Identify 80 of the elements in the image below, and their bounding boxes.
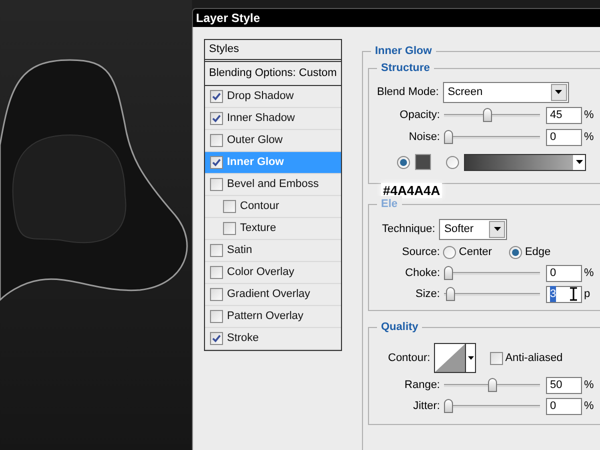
checkbox[interactable] [210,332,223,345]
slider-track[interactable] [444,266,540,280]
radio-label: Center [458,244,492,260]
slider-track[interactable] [444,378,540,392]
unit-label: % [584,130,594,145]
checkbox[interactable] [223,200,236,213]
style-list-item[interactable]: Color Overlay [205,262,341,284]
checkbox[interactable] [223,222,236,235]
style-list-item[interactable]: Drop Shadow [205,86,341,108]
checkbox[interactable] [210,288,223,301]
slider-track[interactable] [444,287,540,301]
value-field[interactable]: 3 [546,286,582,302]
slider-thumb[interactable] [488,378,496,392]
slider-thumb[interactable] [444,399,453,413]
checkbox[interactable] [210,310,223,323]
slider-thumb[interactable] [444,266,453,280]
checkbox[interactable] [490,352,504,364]
slider-label: Opacity: [398,108,441,123]
style-list-item[interactable]: Texture [205,218,341,240]
value-field[interactable]: 0 [546,128,582,146]
color-tooltip: #4A4A4A [381,183,442,198]
slider-label: Choke: [404,266,441,281]
style-list-item[interactable]: Pattern Overlay [205,306,341,328]
style-list-item[interactable]: Gradient Overlay [205,284,341,306]
slider-label: Size: [414,286,441,302]
value-field[interactable]: 45 [546,106,582,124]
caret-icon [576,160,582,164]
radio-button[interactable] [446,156,459,168]
caret-icon [494,227,501,231]
value-field[interactable]: 50 [546,376,582,394]
unit-label: p [584,286,590,302]
slider-label: Range: [404,378,441,393]
radio-button[interactable] [508,246,522,258]
checkbox[interactable] [210,178,223,191]
slider-thumb[interactable] [444,130,453,144]
checkbox[interactable] [210,266,223,279]
field-label: Contour: [388,350,430,366]
checkbox[interactable] [210,156,223,169]
slider-track[interactable] [444,399,540,413]
value-field[interactable]: 0 [546,398,582,414]
field-label: Technique: [382,222,436,237]
gradient-picker[interactable] [464,154,586,170]
checkbox[interactable] [210,134,223,147]
contour-picker[interactable] [434,343,476,373]
slider-track[interactable] [444,130,540,144]
caret-icon [468,356,474,360]
slider-thumb[interactable] [446,287,455,301]
dropdown[interactable]: Screen [442,82,569,102]
contour-curve-icon [435,344,466,372]
dropdown[interactable]: Softer [439,218,508,240]
style-list-item[interactable]: Satin [205,240,341,262]
unit-label: % [584,398,594,414]
checkbox[interactable] [210,244,223,257]
color-swatch[interactable] [415,154,431,170]
radio-button[interactable] [397,156,410,168]
slider-track[interactable] [444,108,540,122]
style-list-item[interactable]: Contour [205,196,341,218]
unit-label: % [584,266,594,281]
caret-icon [555,90,562,94]
slider-label: Jitter: [412,398,441,414]
field-label: Blend Mode: [377,84,439,100]
checkbox[interactable] [210,90,223,103]
checkbox[interactable] [210,112,223,125]
checkbox-label: Anti-aliased [505,350,563,366]
slider-thumb[interactable] [483,108,492,122]
style-list-item[interactable]: Bevel and Emboss [205,174,341,196]
blending-options-item[interactable]: Blending Options: Custom [205,62,341,86]
style-list-item[interactable]: Inner Shadow [205,108,341,130]
group-title: Quality [377,319,422,336]
unit-label: % [584,108,594,123]
styles-header[interactable]: Styles [205,40,341,62]
style-list-item[interactable]: Stroke [205,328,341,350]
window-title: Layer Style [196,10,260,27]
unit-label: % [584,378,594,393]
radio-button[interactable] [442,246,456,258]
field-label: Source: [402,244,440,260]
slider-label: Noise: [408,130,441,145]
text-cursor-icon [570,287,577,301]
value-field[interactable]: 0 [546,264,582,282]
radio-label: Edge [524,244,551,260]
